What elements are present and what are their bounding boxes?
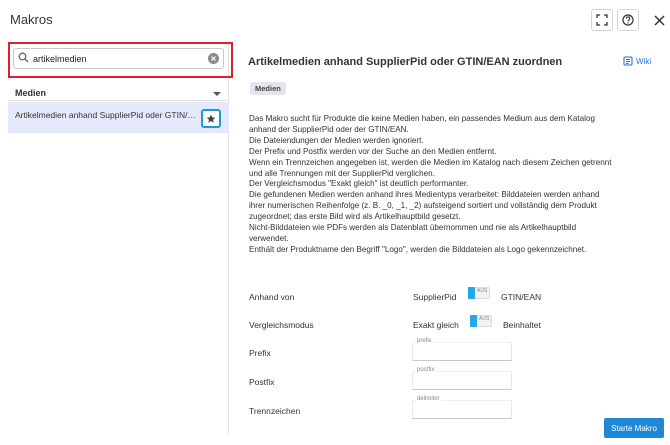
macro-title: Artikelmedien anhand SupplierPid oder GT…: [248, 56, 563, 68]
search-input[interactable]: [33, 51, 203, 66]
macro-detail: Artikelmedien anhand SupplierPid oder GT…: [248, 42, 666, 442]
macro-list-item-label: Artikelmedien anhand SupplierPid oder GT…: [15, 110, 201, 120]
toggle-state-label: AUS: [477, 288, 488, 294]
field-label: Anhand von: [249, 292, 295, 302]
book-icon: [623, 56, 633, 66]
field-label: Prefix: [249, 348, 271, 358]
field-label: Vergleichsmodus: [249, 320, 314, 330]
prefix-placeholder: prefix: [416, 338, 433, 344]
description-line: anhand der SupplierPid oder der GTIN/EAN…: [249, 124, 409, 134]
macro-list-item[interactable]: Artikelmedien anhand SupplierPid oder GT…: [8, 102, 229, 133]
description-line: Die Dateiendungen der Medien werden igno…: [249, 135, 424, 145]
field-anhand-von: Anhand von SupplierPid AUS GTIN/EAN: [249, 287, 659, 308]
description-line: verwendet.: [249, 233, 289, 243]
fullscreen-icon: [596, 14, 608, 26]
macro-sidebar: Medien Artikelmedien anhand SupplierPid …: [8, 42, 233, 434]
favorite-button[interactable]: [201, 109, 221, 128]
help-icon: [622, 14, 634, 26]
wiki-label: Wiki: [636, 56, 652, 66]
anhand-von-toggle[interactable]: AUS: [468, 287, 490, 301]
prefix-input[interactable]: prefix: [412, 338, 512, 361]
help-button[interactable]: [617, 9, 639, 31]
description-line: Die gefundenen Medien werden anhand ihre…: [249, 190, 600, 200]
trennzeichen-placeholder: delimiter: [416, 396, 441, 402]
description-line: Enthält der Produktname den Begriff "Log…: [249, 244, 587, 254]
close-button[interactable]: [648, 9, 670, 31]
description-line: zugeordnet; das erste Bild wird als Arti…: [249, 212, 461, 222]
option-beinhaltet: Beinhaltet: [503, 320, 541, 330]
description-line: Das Makro sucht für Produkte die keine M…: [249, 114, 595, 123]
start-macro-button[interactable]: Starte Makro: [604, 418, 664, 438]
window-title: Makros: [10, 12, 53, 27]
vergleichsmodus-toggle[interactable]: AUS: [470, 315, 492, 329]
toggle-state-label: AUS: [479, 316, 490, 322]
field-label: Postfix: [249, 377, 275, 387]
divider: [8, 100, 229, 101]
postfix-input[interactable]: postfix: [412, 367, 512, 390]
category-tag: Medien: [250, 82, 286, 95]
toggle-knob: [468, 287, 475, 299]
group-label: Medien: [15, 88, 47, 98]
trennzeichen-input[interactable]: delimiter: [412, 396, 512, 419]
window-titlebar: Makros: [0, 0, 670, 40]
clear-icon: [211, 56, 216, 61]
toggle-knob: [470, 315, 477, 327]
description-line: Nicht-Bilddateien wie PDFs werden als Da…: [249, 223, 577, 233]
close-icon: [653, 14, 665, 26]
star-icon: [206, 114, 216, 123]
postfix-placeholder: postfix: [416, 367, 436, 373]
macro-description: Das Makro sucht für Produkte die keine M…: [249, 114, 659, 256]
fullscreen-button[interactable]: [591, 9, 613, 31]
option-gtin-ean: GTIN/EAN: [501, 292, 542, 302]
caret-down-icon: [213, 92, 221, 96]
clear-search-button[interactable]: [208, 53, 219, 64]
search-icon: [18, 52, 29, 63]
description-line: und alle Trennungen mit der SupplierPid …: [249, 168, 435, 178]
description-line: Wenn ein Trennzeichen angegeben ist, wer…: [249, 157, 612, 167]
field-vergleichsmodus: Vergleichsmodus Exakt gleich AUS Beinhal…: [249, 315, 659, 336]
description-line: ihrer numerischen Reihenfolge (z. B. _0,…: [249, 201, 597, 211]
description-line: Der Vergleichsmodus "Exakt gleich" ist d…: [249, 179, 469, 189]
field-label: Trennzeichen: [249, 406, 301, 416]
option-exakt-gleich: Exakt gleich: [413, 320, 459, 330]
wiki-link[interactable]: Wiki: [623, 56, 651, 66]
option-supplierpid: SupplierPid: [413, 292, 457, 302]
search-box[interactable]: [13, 48, 224, 69]
description-line: Der Prefix und Postfix werden vor der Su…: [249, 146, 497, 156]
